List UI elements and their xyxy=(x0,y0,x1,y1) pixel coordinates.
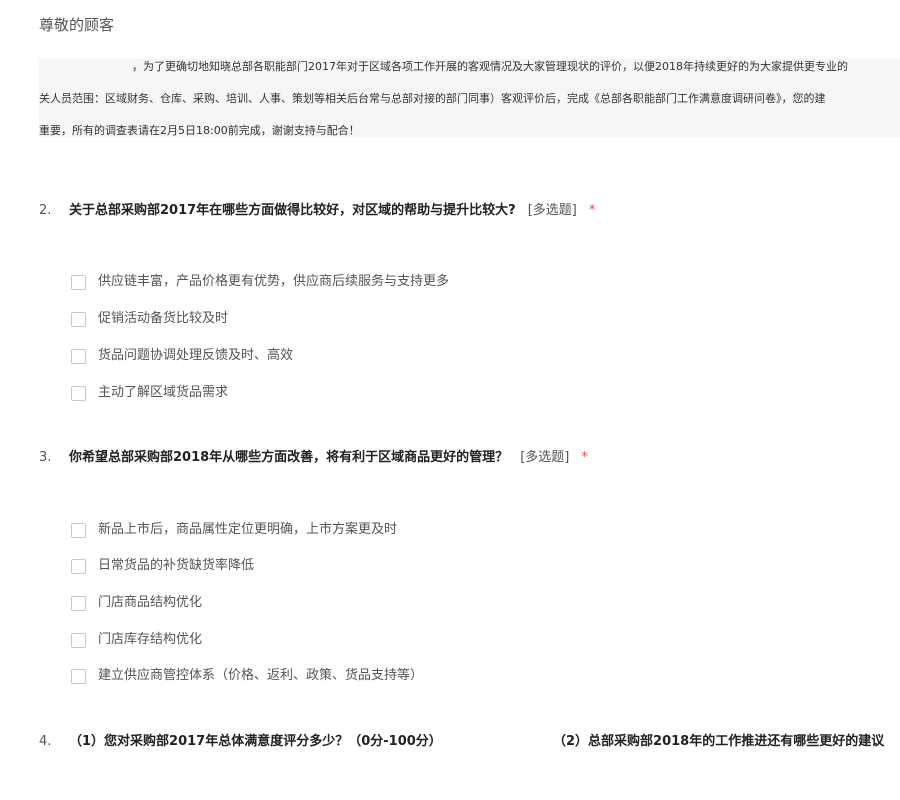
checkbox[interactable] xyxy=(71,385,86,401)
q3-option-5[interactable]: 建立供应商管控体系（价格、返利、政策、货品支持等） xyxy=(71,667,423,685)
option-label: 新品上市后，商品属性定位更明确，上市方案更及时 xyxy=(98,522,398,537)
question-text: 你希望总部采购部2018年从哪些方面改善，将有利于区域商品更好的管理？ xyxy=(69,450,509,465)
question-4-number: 4. xyxy=(39,734,52,749)
question-type-tag: [多选题] xyxy=(520,450,570,465)
checkbox[interactable] xyxy=(71,558,86,574)
q2-option-1[interactable]: 供应链丰富，产品价格更有优势，供应商后续服务与支持更多 xyxy=(71,273,449,291)
q2-option-2[interactable]: 促销活动备货比较及时 xyxy=(71,310,228,328)
question-number: 3. xyxy=(39,450,52,465)
intro-line-2: 关人员范围：区域财务、仓库、采购、培训、人事、策划等相关后台常与总部对接的部门同… xyxy=(39,92,826,105)
intro-line-3: 重要，所有的调查表请在2月5日18:00前完成，谢谢支持与配合！ xyxy=(39,124,360,137)
q2-option-3[interactable]: 货品问题协调处理反馈及时、高效 xyxy=(71,347,293,365)
question-4-part-1: （1）您对采购部2017年总体满意度评分多少？（0分-100分） xyxy=(69,734,442,749)
question-text: 关于总部采购部2017年在哪些方面做得比较好，对区域的帮助与提升比较大? xyxy=(69,203,516,218)
q3-option-3[interactable]: 门店商品结构优化 xyxy=(71,594,202,612)
checkbox[interactable] xyxy=(71,668,86,684)
q3-option-1[interactable]: 新品上市后，商品属性定位更明确，上市方案更及时 xyxy=(71,521,397,539)
greeting-title: 尊敬的顾客 xyxy=(39,16,115,34)
checkbox[interactable] xyxy=(71,274,86,290)
required-marker: * xyxy=(588,203,596,218)
q3-option-2[interactable]: 日常货品的补货缺货率降低 xyxy=(71,557,254,575)
survey-intro: ，为了更确切地知晓总部各职能部门2017年对于区域各项工作开展的客观情况及大家管… xyxy=(39,59,900,137)
option-label: 门店商品结构优化 xyxy=(98,595,203,610)
question-2-title: 2. 关于总部采购部2017年在哪些方面做得比较好，对区域的帮助与提升比较大? [多… xyxy=(39,201,595,221)
checkbox[interactable] xyxy=(71,522,86,538)
option-label: 主动了解区域货品需求 xyxy=(98,385,229,400)
question-4-part-2: （2）总部采购部2018年的工作推进还有哪些更好的建议 xyxy=(553,734,885,749)
option-label: 日常货品的补货缺货率降低 xyxy=(98,558,255,573)
option-label: 门店库存结构优化 xyxy=(98,632,203,647)
checkbox[interactable] xyxy=(71,632,86,648)
question-type-tag: [多选题] xyxy=(527,203,577,218)
checkbox[interactable] xyxy=(71,311,86,327)
question-number: 2. xyxy=(39,203,52,218)
option-label: 供应链丰富，产品价格更有优势，供应商后续服务与支持更多 xyxy=(98,274,450,289)
checkbox[interactable] xyxy=(71,348,86,364)
q3-option-4[interactable]: 门店库存结构优化 xyxy=(71,631,202,649)
option-label: 货品问题协调处理反馈及时、高效 xyxy=(98,348,294,363)
intro-line-1: ，为了更确切地知晓总部各职能部门2017年对于区域各项工作开展的客观情况及大家管… xyxy=(132,60,848,73)
q2-option-4[interactable]: 主动了解区域货品需求 xyxy=(71,384,228,402)
option-label: 建立供应商管控体系（价格、返利、政策、货品支持等） xyxy=(98,668,424,683)
option-label: 促销活动备货比较及时 xyxy=(98,311,229,326)
checkbox[interactable] xyxy=(71,595,86,611)
question-3-title: 3. 你希望总部采购部2018年从哪些方面改善，将有利于区域商品更好的管理？ [多选… xyxy=(39,448,588,468)
required-marker: * xyxy=(581,450,588,465)
